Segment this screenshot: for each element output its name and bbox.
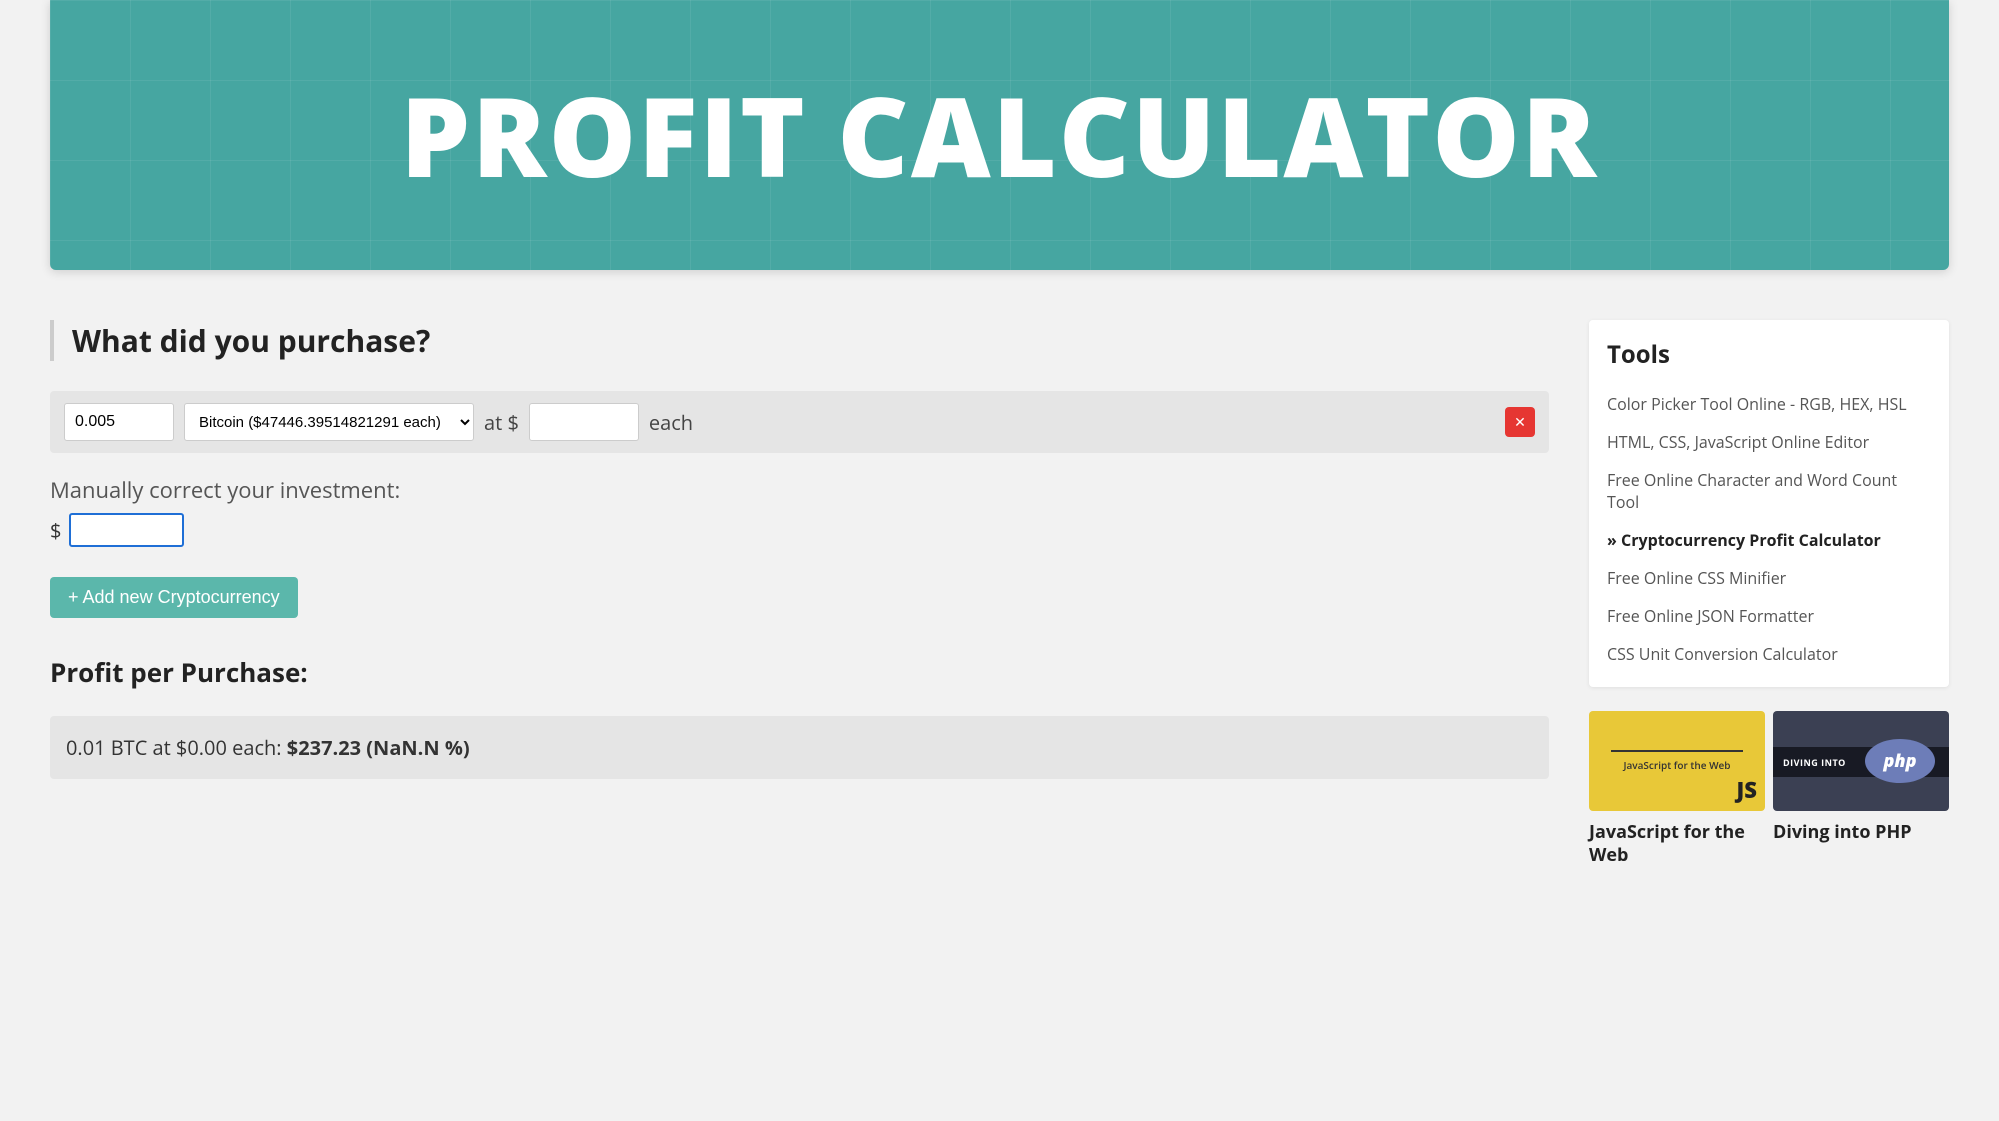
manual-correct-label: Manually correct your investment: [50,475,1549,505]
tool-link[interactable]: HTML, CSS, JavaScript Online Editor [1607,423,1931,461]
add-cryptocurrency-button[interactable]: + Add new Cryptocurrency [50,577,298,618]
tool-link[interactable]: Free Online CSS Minifier [1607,559,1931,597]
quantity-input[interactable] [64,403,174,441]
php-badge: php [1865,739,1935,783]
course-thumbnail: JavaScript for the Web JS [1589,711,1765,811]
price-input[interactable] [529,403,639,441]
profit-prefix: 0.01 BTC at $0.00 each: [66,734,287,761]
crypto-select[interactable]: Bitcoin ($47446.39514821291 each) [184,403,474,441]
thumb-text: JavaScript for the Web [1623,758,1730,772]
profit-per-purchase-heading: Profit per Purchase: [50,654,1549,690]
course-title: JavaScript for the Web [1589,821,1765,868]
tool-link-active[interactable]: » Cryptocurrency Profit Calculator [1607,521,1931,559]
course-card-php[interactable]: DIVING INTO php Diving into PHP [1773,711,1949,868]
delete-row-button[interactable]: ✕ [1505,407,1535,437]
page-title: PROFIT CALCULATOR [401,80,1599,190]
purchase-row: Bitcoin ($47446.39514821291 each) at $ e… [50,391,1549,453]
close-icon: ✕ [1514,414,1526,431]
tool-link[interactable]: Free Online Character and Word Count Too… [1607,461,1931,521]
js-badge: JS [1737,775,1757,805]
tool-link[interactable]: CSS Unit Conversion Calculator [1607,635,1931,673]
profit-result-row: 0.01 BTC at $0.00 each: $237.23 (NaN.N %… [50,716,1549,779]
manual-investment-input[interactable] [69,513,184,547]
tool-link[interactable]: Color Picker Tool Online - RGB, HEX, HSL [1607,385,1931,423]
profit-value: $237.23 (NaN.N %) [287,734,470,761]
purchase-heading: What did you purchase? [50,320,1549,361]
tools-heading: Tools [1607,338,1931,371]
hero-banner: PROFIT CALCULATOR [50,0,1949,270]
dollar-sign: $ [50,517,61,544]
tool-link[interactable]: Free Online JSON Formatter [1607,597,1931,635]
each-label: each [649,409,693,436]
main-column: What did you purchase? Bitcoin ($47446.3… [50,320,1549,779]
tools-list: Color Picker Tool Online - RGB, HEX, HSL… [1607,385,1931,673]
course-title: Diving into PHP [1773,821,1949,844]
at-label: at $ [484,409,519,436]
sidebar: Tools Color Picker Tool Online - RGB, HE… [1589,320,1949,868]
course-card-js[interactable]: JavaScript for the Web JS JavaScript for… [1589,711,1765,868]
course-thumbnail: DIVING INTO php [1773,711,1949,811]
tools-panel: Tools Color Picker Tool Online - RGB, HE… [1589,320,1949,687]
courses-row: JavaScript for the Web JS JavaScript for… [1589,711,1949,868]
